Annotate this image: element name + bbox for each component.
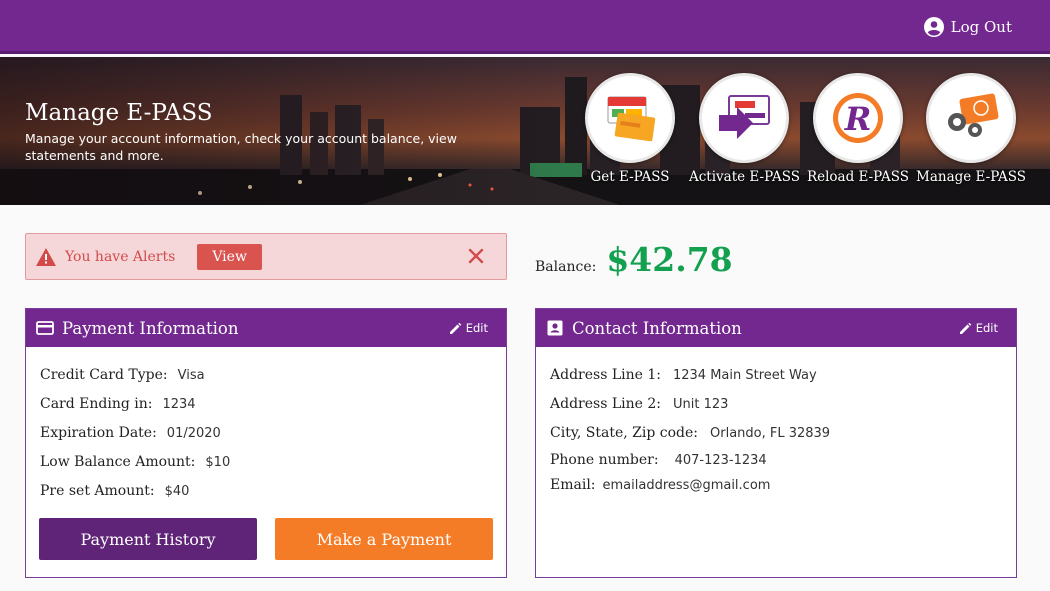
- hero-banner: Manage E-PASS Manage your account inform…: [0, 57, 1050, 205]
- field-label: Address Line 2:: [550, 396, 661, 412]
- contact-row-address-1: Address Line 1: 1234 Main Street Way: [550, 367, 817, 383]
- field-label: City, State, Zip code:: [550, 425, 698, 441]
- quick-link-get-epass[interactable]: Get E-PASS: [575, 73, 685, 185]
- field-value: Orlando, FL 32839: [710, 426, 831, 441]
- payment-information-card: Payment Information Edit Credit Card Typ…: [25, 308, 507, 578]
- make-payment-button[interactable]: Make a Payment: [275, 518, 493, 560]
- svg-text:R: R: [844, 100, 872, 138]
- page-subtitle: Manage your account information, check y…: [25, 131, 457, 163]
- payment-row-low-balance: Low Balance Amount: $10: [40, 454, 230, 470]
- field-label: Phone number:: [550, 452, 659, 468]
- quick-link-activate-epass[interactable]: Activate E-PASS: [689, 73, 800, 185]
- quick-link-manage-epass[interactable]: Manage E-PASS: [916, 73, 1026, 185]
- edit-payment-button[interactable]: Edit: [449, 321, 488, 335]
- edit-label: Edit: [465, 321, 488, 335]
- page-title: Manage E-PASS: [25, 100, 213, 126]
- edit-label: Edit: [975, 321, 998, 335]
- payment-row-card-ending: Card Ending in: 1234: [40, 396, 196, 412]
- credit-card-icon: [36, 321, 54, 335]
- card-header: Contact Information Edit: [536, 309, 1016, 347]
- logout-button[interactable]: Log Out: [923, 17, 1012, 37]
- field-value: 407-123-1234: [674, 453, 767, 468]
- payment-history-button[interactable]: Payment History: [39, 518, 257, 560]
- balance-display: Balance: $42.78: [535, 240, 733, 279]
- field-label: Email:: [550, 477, 596, 493]
- field-value: emailaddress@gmail.com: [602, 478, 771, 493]
- activate-epass-arrow-icon: [719, 95, 770, 139]
- card-title: Contact Information: [572, 318, 742, 338]
- field-label: Credit Card Type:: [40, 367, 168, 383]
- field-value: $40: [164, 484, 190, 499]
- field-value: 1234: [162, 397, 196, 412]
- field-label: Address Line 1:: [550, 367, 661, 383]
- contact-row-email: Email: emailaddress@gmail.com: [550, 477, 770, 493]
- top-bar: Log Out: [0, 0, 1050, 54]
- field-label: Low Balance Amount:: [40, 454, 196, 470]
- quick-link-label: Activate E-PASS: [689, 169, 800, 185]
- balance-amount: $42.78: [606, 240, 733, 279]
- field-value: Unit 123: [672, 397, 729, 412]
- manage-gears-card-icon: [948, 93, 999, 137]
- alerts-text: You have Alerts: [65, 248, 176, 265]
- payment-row-preset-amount: Pre set Amount: $40: [40, 483, 189, 499]
- close-icon[interactable]: [467, 247, 485, 265]
- edit-contact-button[interactable]: Edit: [959, 321, 998, 335]
- quick-link-label: Reload E-PASS: [806, 169, 910, 185]
- reload-r-icon: R: [833, 93, 883, 143]
- field-label: Card Ending in:: [40, 396, 153, 412]
- contact-card-icon: [547, 320, 563, 336]
- balance-label: Balance:: [535, 259, 597, 275]
- logout-label: Log Out: [950, 18, 1012, 36]
- card-header: Payment Information Edit: [26, 309, 506, 347]
- field-value: 01/2020: [166, 426, 221, 441]
- field-value: $10: [205, 455, 231, 470]
- pencil-icon: [449, 322, 462, 334]
- contact-row-address-2: Address Line 2: Unit 123: [550, 396, 728, 412]
- get-epass-cards-icon: [607, 96, 656, 142]
- warning-icon: [36, 247, 56, 266]
- contact-information-card: Contact Information Edit Address Line 1:…: [535, 308, 1017, 578]
- contact-row-phone: Phone number: 407-123-1234: [550, 452, 767, 468]
- field-value: Visa: [177, 368, 205, 383]
- field-value: 1234 Main Street Way: [672, 368, 817, 383]
- pencil-icon: [959, 322, 972, 334]
- field-label: Expiration Date:: [40, 425, 157, 441]
- contact-row-city-state-zip: City, State, Zip code: Orlando, FL 32839: [550, 425, 830, 441]
- account-circle-icon: [923, 17, 944, 37]
- payment-row-expiration: Expiration Date: 01/2020: [40, 425, 221, 441]
- field-label: Pre set Amount:: [40, 483, 155, 499]
- quick-link-label: Get E-PASS: [590, 169, 670, 185]
- quick-link-reload-epass[interactable]: R Reload E-PASS: [803, 73, 913, 185]
- alerts-banner: You have Alerts View: [25, 233, 507, 280]
- payment-row-card-type: Credit Card Type: Visa: [40, 367, 205, 383]
- card-title: Payment Information: [62, 318, 239, 338]
- quick-link-label: Manage E-PASS: [916, 169, 1027, 185]
- view-alerts-button[interactable]: View: [197, 243, 262, 270]
